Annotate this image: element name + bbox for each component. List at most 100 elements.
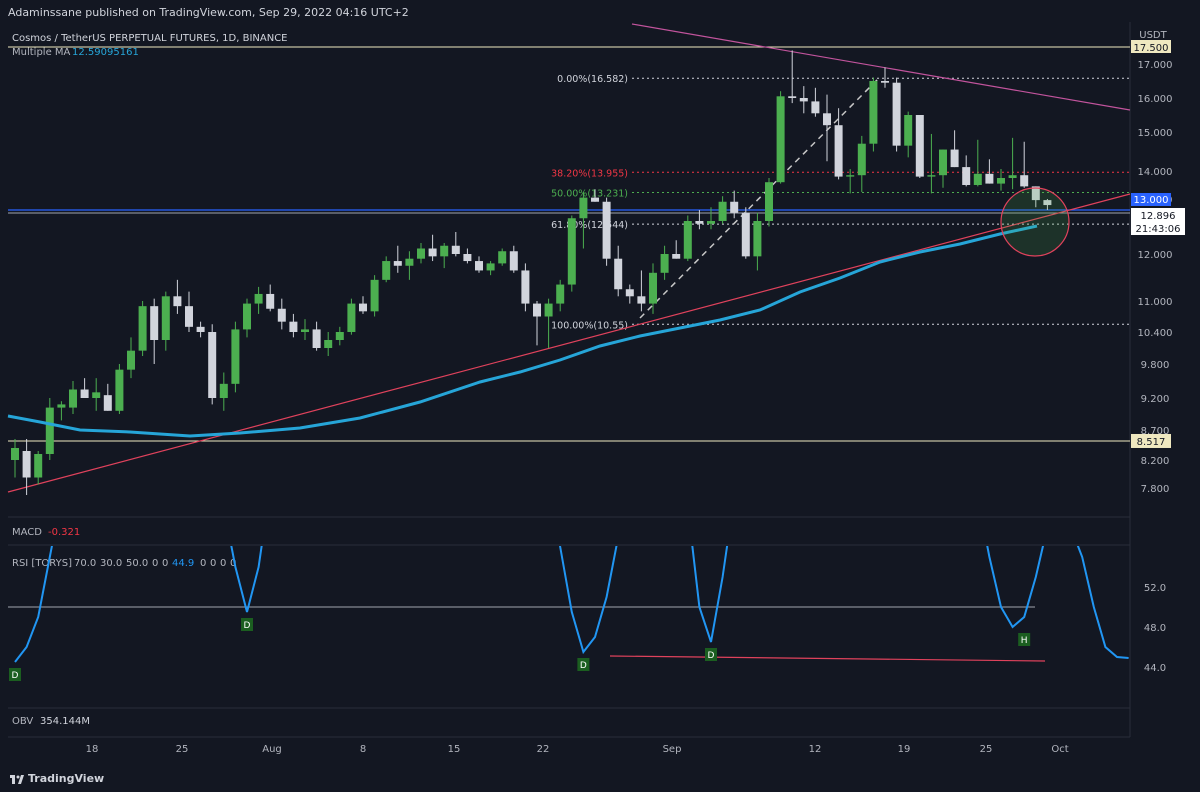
candle-body [509,251,518,271]
rsi-marker: D [12,671,19,681]
macd-label: MACD [12,527,42,538]
macd-value: -0.321 [48,527,80,538]
candle-body [266,293,275,309]
candle-body [196,326,205,332]
candle-body [277,308,286,322]
rsi-value: 44.9 [172,558,194,569]
candle-body [115,369,124,411]
time-tick-label: 19 [898,744,911,755]
candle-body [208,332,217,398]
candle-body [428,248,437,257]
candle-body [219,383,228,398]
candle-body [695,221,704,224]
candle-body [370,279,379,312]
price-tick-label: 10.400 [1138,328,1173,339]
candle-body [405,258,414,266]
candle-body [127,350,135,370]
candle-body [904,115,913,146]
candle-body [556,284,565,304]
obv-label: OBV [12,716,33,727]
rsi-marker: D [580,661,587,671]
candle-body [788,96,797,98]
time-tick-label: Aug [262,744,282,755]
candle-body [1008,175,1017,178]
candle-body [347,303,356,332]
candle-body [393,261,402,266]
rsi-param: 50.0 [126,558,148,569]
ma-indicator-label: Multiple MA [12,47,71,58]
price-tick-label: 12.000 [1138,250,1173,261]
price-tick-label: 16.000 [1138,94,1173,105]
candle-body [927,175,936,177]
time-tick-label: 18 [86,744,99,755]
candle-body [544,303,553,317]
fib-label: 38.20%(13.955) [551,168,628,179]
candle-body [625,289,634,297]
rsi-marker: D [244,621,251,631]
current-price-tag: 13.000 [1134,195,1169,206]
candle-body [614,258,623,290]
candle-body [22,451,31,478]
candle-body [80,389,89,398]
support-tag: 8.517 [1137,437,1166,448]
time-tick-label: 25 [980,744,993,755]
candle-body [707,221,715,224]
price-tick-label: 7.800 [1141,484,1170,495]
candle-body [672,254,681,259]
currency-label: USDT [1139,30,1167,41]
rsi-tick-label: 48.0 [1144,623,1166,634]
price-tick-label: 11.000 [1138,297,1173,308]
candle-body [1020,175,1029,187]
time-tick-label: 25 [176,744,189,755]
candle-body [660,254,669,273]
ma-indicator-value: 12.59095161 [72,47,139,58]
candle-body [359,303,367,312]
time-tick-label: Sep [663,744,682,755]
time-tick-label: 12 [809,744,822,755]
candle-body [521,270,530,304]
rsi-param: 0 [210,558,216,569]
obv-value: 354.144M [40,716,90,727]
rsi-tick-label: 52.0 [1144,583,1166,594]
price-tick-label: 9.800 [1141,360,1170,371]
price-chart[interactable]: 0.00%(16.582) 38.20%(13.955) 50.00%(13.231… [0,0,1200,792]
candle-body [475,261,483,271]
candle-body [498,251,507,264]
candle-body [45,407,54,454]
footer [0,765,1200,792]
price-tick-label: 17.000 [1138,60,1173,71]
last-price-tag: 12.896 [1141,211,1176,222]
candle-body [776,96,785,183]
candle-body [92,392,101,398]
price-tick-label: 9.200 [1141,394,1170,405]
fib-label: 50.00%(13.231) [551,189,628,200]
rsi-marker: D [708,651,715,661]
candle-body [973,173,982,185]
candle-body [243,303,251,330]
candle-body [718,201,727,221]
candle-body [69,389,77,408]
candle-body [173,296,182,307]
candle-body [533,303,541,317]
rsi-param: 70.0 [74,558,96,569]
candle-body [846,175,855,177]
candle-body [741,212,750,257]
rsi-param: 0 [220,558,226,569]
candle-body [869,81,878,144]
candle-body [440,245,449,257]
candle-body [823,113,831,126]
candle-body [161,296,170,340]
rsi-param: 0 [162,558,168,569]
candle-body [591,197,599,202]
candle-body [451,245,460,254]
tradingview-logo-icon [10,774,24,784]
fib-label: 61.80%(12.544) [551,220,628,231]
candle-body [579,197,588,219]
candle-body [649,272,657,304]
price-tick-label: 15.000 [1138,128,1173,139]
rsi-trendline [609,655,1046,662]
tradingview-logo[interactable]: TradingView [10,772,104,785]
fib-label: 100.00%(10.55) [551,320,628,331]
candle-body [730,201,739,213]
candle-body [683,221,692,259]
